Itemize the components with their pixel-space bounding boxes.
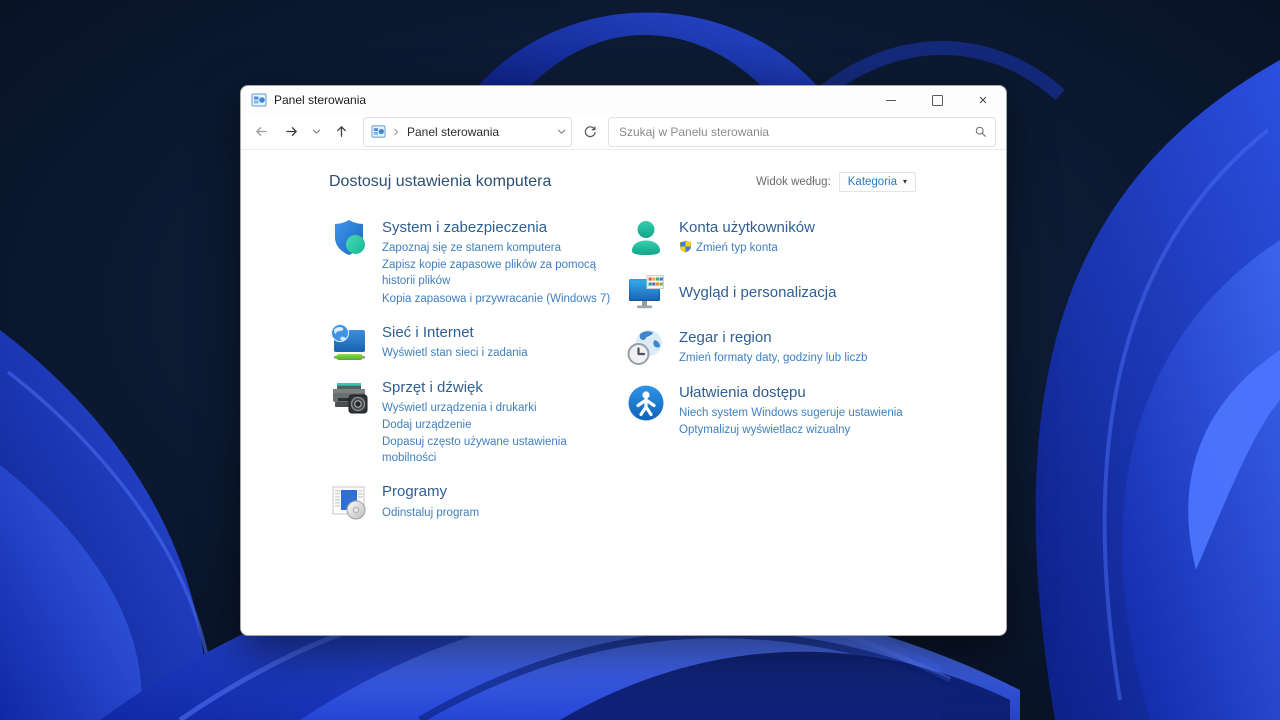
chevron-down-icon: [311, 126, 322, 137]
up-arrow-icon: [334, 124, 349, 139]
task-link[interactable]: Niech system Windows sugeruje ustawienia: [679, 405, 903, 421]
category-title[interactable]: Sprzęt i dźwięk: [382, 379, 620, 396]
category-title[interactable]: Ułatwienia dostępu: [679, 384, 903, 401]
recent-pages-button[interactable]: [307, 118, 325, 146]
programs-icon[interactable]: [329, 482, 369, 522]
forward-arrow-icon: [284, 124, 299, 139]
task-link[interactable]: Zmień typ konta: [679, 240, 815, 256]
hardware-icon[interactable]: [329, 378, 369, 418]
view-by-value: Kategoria: [848, 176, 897, 188]
up-button[interactable]: [327, 118, 355, 146]
minimize-icon: [886, 100, 896, 101]
task-link[interactable]: Wyświetl urządzenia i drukarki: [382, 400, 620, 416]
task-link[interactable]: Zapisz kopie zapasowe plików za pomocą h…: [382, 257, 620, 289]
control-panel-icon: [251, 92, 267, 108]
category-network: Sieć i Internet Wyświetl stan sieci i zad…: [329, 323, 626, 363]
category-user: Konta użytkowników Zmień typ konta: [626, 218, 956, 258]
view-by-dropdown[interactable]: Kategoria ▾: [839, 172, 916, 192]
task-link[interactable]: Dodaj urządzenie: [382, 417, 620, 433]
control-panel-home: Dostosuj ustawienia komputera Widok wedł…: [241, 150, 1006, 634]
caret-down-icon: ▾: [903, 178, 907, 186]
category-hardware: Sprzęt i dźwięk Wyświetl urządzenia i dru…: [329, 378, 626, 468]
breadcrumb-chevron-icon: [391, 127, 401, 137]
maximize-icon: [932, 95, 943, 106]
category-title[interactable]: Wygląd i personalizacja: [679, 284, 836, 301]
category-accessibility: Ułatwienia dostępu Niech system Windows s…: [626, 383, 956, 439]
titlebar[interactable]: Panel sterowania ×: [241, 86, 1006, 114]
task-link[interactable]: Odinstaluj program: [382, 505, 479, 521]
close-button[interactable]: ×: [960, 86, 1006, 114]
category-personalization: Wygląd i personalizacja: [626, 273, 956, 313]
view-by-label: Widok według:: [756, 176, 831, 188]
forward-button[interactable]: [277, 118, 305, 146]
back-arrow-icon: [254, 124, 269, 139]
category-shield: System i zabezpieczenia Zapoznaj się ze s…: [329, 218, 626, 308]
category-title[interactable]: Sieć i Internet: [382, 324, 528, 341]
task-link[interactable]: Zmień formaty daty, godziny lub liczb: [679, 350, 867, 366]
category-title[interactable]: System i zabezpieczenia: [382, 219, 620, 236]
minimize-button[interactable]: [868, 86, 914, 114]
category-column-left: System i zabezpieczenia Zapoznaj się ze s…: [329, 218, 626, 537]
category-title[interactable]: Konta użytkowników: [679, 219, 815, 236]
shield-icon[interactable]: [329, 218, 369, 258]
task-link[interactable]: Dopasuj często używane ustawienia mobiln…: [382, 434, 620, 466]
address-dropdown-icon[interactable]: [556, 126, 567, 137]
search-input[interactable]: [617, 124, 974, 140]
breadcrumb[interactable]: Panel sterowania: [407, 125, 499, 139]
task-link[interactable]: Kopia zapasowa i przywracanie (Windows 7…: [382, 291, 620, 307]
personalization-icon[interactable]: [626, 273, 666, 313]
refresh-button[interactable]: [576, 118, 604, 146]
category-title[interactable]: Zegar i region: [679, 329, 867, 346]
search-box[interactable]: [608, 117, 996, 147]
category-column-right: Konta użytkowników Zmień typ konta Wyglą…: [626, 218, 956, 537]
control-panel-window: Panel sterowania × Panel sterowania: [240, 85, 1007, 636]
category-clock: Zegar i region Zmień formaty daty, godzin…: [626, 328, 956, 368]
task-link[interactable]: Wyświetl stan sieci i zadania: [382, 345, 528, 361]
navigation-toolbar: Panel sterowania: [241, 114, 1006, 150]
task-link[interactable]: Optymalizuj wyświetlacz wizualny: [679, 422, 903, 438]
window-title: Panel sterowania: [274, 93, 366, 107]
accessibility-icon[interactable]: [626, 383, 666, 423]
maximize-button[interactable]: [914, 86, 960, 114]
search-icon[interactable]: [974, 125, 987, 138]
category-title[interactable]: Programy: [382, 483, 479, 500]
task-link[interactable]: Zapoznaj się ze stanem komputera: [382, 240, 620, 256]
clock-icon[interactable]: [626, 328, 666, 368]
network-icon[interactable]: [329, 323, 369, 363]
page-title: Dostosuj ustawienia komputera: [329, 173, 551, 191]
category-programs: Programy Odinstaluj program: [329, 482, 626, 522]
user-icon[interactable]: [626, 218, 666, 258]
uac-shield-icon: [679, 240, 692, 253]
close-icon: ×: [979, 93, 988, 108]
refresh-icon: [583, 125, 597, 139]
address-bar[interactable]: Panel sterowania: [363, 117, 572, 147]
back-button[interactable]: [247, 118, 275, 146]
control-panel-icon: [371, 124, 386, 139]
